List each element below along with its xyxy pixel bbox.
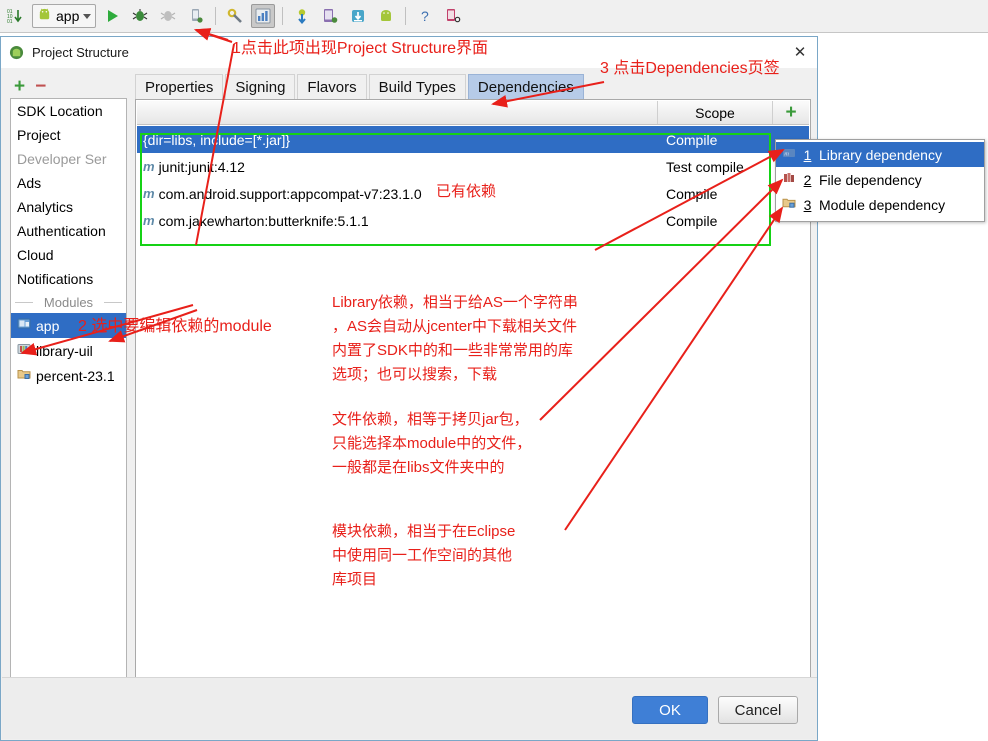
table-row[interactable]: m com.android.support:appcompat-v7:23.1.… — [137, 180, 809, 207]
dependency-scope[interactable]: Test compile — [658, 159, 773, 175]
sidebar-item-sdk-location[interactable]: SDK Location — [11, 99, 126, 123]
dependency-scope[interactable]: Compile — [658, 132, 773, 148]
toolbar-separator — [282, 7, 284, 25]
sync-gradle-icon[interactable] — [223, 4, 247, 28]
menu-item-label: Module dependency — [819, 196, 946, 213]
menu-item-number: 1 — [803, 146, 812, 163]
menu-item-file-dependency[interactable]: 2 File dependency — [776, 167, 984, 192]
cancel-button[interactable]: Cancel — [718, 696, 798, 724]
sidebar-item-project[interactable]: Project — [11, 123, 126, 147]
ok-button[interactable]: OK — [632, 696, 708, 724]
android-device-monitor-icon[interactable] — [374, 4, 398, 28]
menu-item-label: Library dependency — [819, 146, 942, 163]
ide-toolbar: 01 10 01 app ? — [0, 0, 988, 33]
svg-text:m: m — [784, 151, 789, 158]
table-row[interactable]: m junit:junit:4.12 Test compile — [137, 153, 809, 180]
dependency-scope[interactable]: Compile — [658, 213, 773, 229]
right-panel: Properties Signing Flavors Build Types D… — [135, 72, 811, 698]
dependency-name-text: com.jakewharton:butterknife:5.1.1 — [158, 212, 369, 229]
dialog-titlebar: Project Structure ✕ — [1, 37, 817, 68]
android-module-icon — [17, 317, 31, 334]
table-row[interactable]: {dir=libs, include=[*.jar]} Compile — [137, 126, 809, 153]
dialog-body: + − SDK Location Project Developer Ser A… — [2, 68, 817, 708]
maven-marker-icon: m — [143, 186, 155, 201]
svg-text:?: ? — [421, 8, 429, 24]
column-header-scope: Scope — [658, 101, 773, 124]
chevron-down-icon[interactable] — [83, 13, 92, 19]
sidebar-module-label: library-uil — [36, 342, 93, 359]
toolbar-separator — [405, 7, 407, 25]
tab-properties[interactable]: Properties — [135, 74, 224, 99]
android-download-icon[interactable] — [346, 4, 370, 28]
avd-manager-icon[interactable] — [318, 4, 342, 28]
tab-bar: Properties Signing Flavors Build Types D… — [135, 72, 584, 99]
dependency-name-text: com.android.support:appcompat-v7:23.1.0 — [158, 185, 422, 202]
remove-module-button[interactable]: − — [35, 77, 46, 96]
coverage-icon[interactable] — [156, 4, 180, 28]
sidebar-toolbar: + − — [8, 74, 128, 98]
folder-module-icon — [17, 367, 31, 384]
sidebar-item-notifications[interactable]: Notifications — [11, 267, 126, 291]
sidebar: SDK Location Project Developer Ser Ads A… — [10, 98, 127, 698]
dependency-name: m com.jakewharton:butterknife:5.1.1 — [137, 213, 658, 229]
android-icon — [37, 7, 52, 25]
help-icon[interactable]: ? — [413, 4, 437, 28]
tab-build-types[interactable]: Build Types — [368, 74, 466, 99]
project-structure-dialog: Project Structure ✕ + − SDK Location Pro… — [0, 36, 818, 741]
svg-text:01: 01 — [7, 19, 13, 25]
debug-icon[interactable] — [128, 4, 152, 28]
sidebar-module-app[interactable]: app — [11, 313, 126, 338]
sidebar-module-library-uil[interactable]: library-uil — [11, 338, 126, 363]
table-row[interactable]: m com.jakewharton:butterknife:5.1.1 Comp… — [137, 207, 809, 234]
add-module-button[interactable]: + — [14, 77, 25, 96]
layout-inspector-icon[interactable] — [441, 4, 465, 28]
sidebar-modules-separator: Modules — [11, 291, 126, 313]
tab-signing[interactable]: Signing — [225, 74, 296, 99]
library-icon: m — [782, 146, 796, 163]
tab-flavors[interactable]: Flavors — [297, 74, 367, 99]
add-dependency-menu: m 1 Library dependency 2 File dependency… — [775, 139, 985, 222]
sidebar-module-label: app — [36, 317, 60, 334]
menu-item-number: 3 — [803, 196, 812, 213]
menu-item-library-dependency[interactable]: m 1 Library dependency — [776, 142, 984, 167]
file-jar-icon — [782, 171, 796, 188]
library-module-icon — [17, 342, 31, 359]
add-dependency-button[interactable]: + — [773, 101, 809, 124]
module-selector[interactable]: app — [32, 4, 97, 28]
dependencies-panel: Scope + {dir=libs, include=[*.jar]} Comp… — [135, 99, 811, 698]
menu-item-module-dependency[interactable]: 3 Module dependency — [776, 192, 984, 217]
sdk-manager-icon[interactable] — [290, 4, 314, 28]
sidebar-item-cloud[interactable]: Cloud — [11, 243, 126, 267]
project-structure-icon[interactable] — [251, 4, 276, 28]
dependency-name-text: junit:junit:4.12 — [158, 158, 245, 175]
dependency-name: m com.android.support:appcompat-v7:23.1.… — [137, 186, 658, 202]
android-studio-icon — [9, 45, 24, 60]
run-icon[interactable] — [100, 4, 124, 28]
dependencies-table-header: Scope + — [137, 101, 809, 125]
dialog-footer: OK Cancel — [2, 677, 817, 739]
attach-debugger-icon[interactable] — [184, 4, 208, 28]
dependency-name: m junit:junit:4.12 — [137, 159, 658, 175]
sidebar-item-ads[interactable]: Ads — [11, 171, 126, 195]
sidebar-item-analytics[interactable]: Analytics — [11, 195, 126, 219]
binary-counter-icon[interactable]: 01 10 01 — [2, 4, 26, 28]
sidebar-item-developer-services: Developer Ser — [17, 151, 107, 167]
menu-item-number: 2 — [803, 171, 812, 188]
module-folder-icon — [782, 196, 796, 213]
menu-item-label: File dependency — [819, 171, 922, 188]
column-header-name — [137, 101, 658, 124]
maven-marker-icon: m — [143, 159, 155, 174]
maven-marker-icon: m — [143, 213, 155, 228]
module-selector-label: app — [56, 8, 80, 24]
dialog-title: Project Structure — [32, 45, 129, 60]
close-icon[interactable]: ✕ — [789, 42, 811, 62]
toolbar-separator — [215, 7, 217, 25]
tab-dependencies[interactable]: Dependencies — [467, 74, 584, 99]
sidebar-module-label: percent-23.1 — [36, 367, 115, 384]
dependency-name: {dir=libs, include=[*.jar]} — [143, 131, 291, 148]
sidebar-item-authentication[interactable]: Authentication — [11, 219, 126, 243]
dependency-scope[interactable]: Compile — [658, 186, 773, 202]
sidebar-module-percent[interactable]: percent-23.1 — [11, 363, 126, 388]
